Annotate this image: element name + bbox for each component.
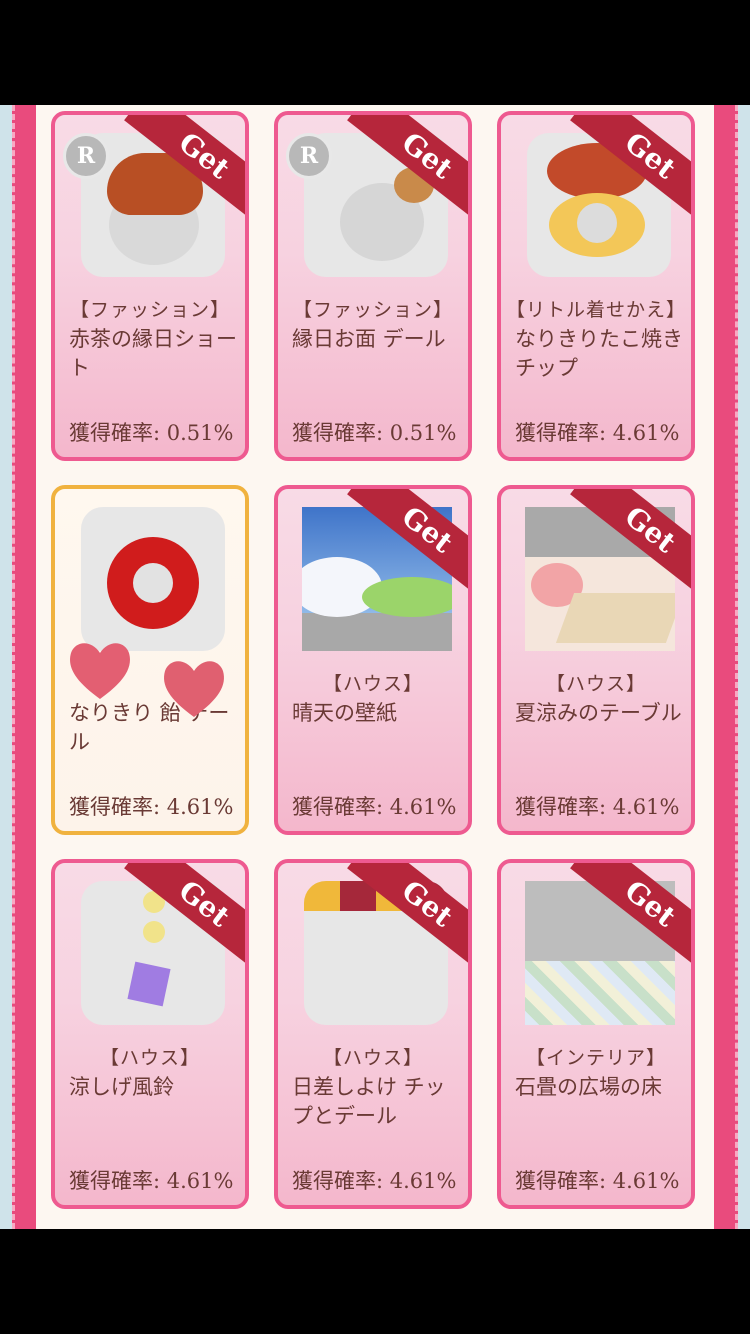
item-category: 【インテリア】 <box>525 1047 666 1069</box>
item-name: 日差しよけ チップとデール <box>292 1075 446 1128</box>
item-rate: 獲得確率: 4.61% <box>292 1169 457 1193</box>
item-rate: 獲得確率: 4.61% <box>515 421 680 445</box>
rarity-badge: R <box>63 133 109 179</box>
item-card-selected[interactable]: なりきり 飴 デール 獲得確率: 4.61% <box>51 485 249 835</box>
item-name: 赤茶の縁日ショート <box>69 327 237 380</box>
item-category: 【ハウス】 <box>99 1047 200 1069</box>
item-grid: R Get 【ファッション】 赤茶の縁日ショート 獲得確率: 0.51% R G… <box>36 105 714 1229</box>
item-name: なりきりたこ焼き チップ <box>515 327 683 380</box>
item-name: 縁日お面 デール <box>292 327 446 351</box>
viewport: R Get 【ファッション】 赤茶の縁日ショート 獲得確率: 0.51% R G… <box>0 105 750 1229</box>
item-rate: 獲得確率: 4.61% <box>69 1169 234 1193</box>
item-rate: 獲得確率: 0.51% <box>69 421 234 445</box>
item-name: 涼しげ風鈴 <box>69 1075 174 1099</box>
item-name: 石畳の広場の床 <box>515 1075 662 1099</box>
item-thumbnail <box>81 507 225 651</box>
item-rate: 獲得確率: 4.61% <box>515 1169 680 1193</box>
item-card[interactable]: Get 【ハウス】 日差しよけ チップとデール 獲得確率: 4.61% <box>274 859 472 1209</box>
item-category: 【ハウス】 <box>545 673 646 695</box>
item-card[interactable]: Get 【ハウス】 涼しげ風鈴 獲得確率: 4.61% <box>51 859 249 1209</box>
item-name: 夏涼みのテーブル <box>515 701 682 725</box>
item-name: 晴天の壁紙 <box>292 701 397 725</box>
item-rate: 獲得確率: 4.61% <box>69 795 234 819</box>
rarity-badge: R <box>286 133 332 179</box>
item-rate: 獲得確率: 4.61% <box>292 795 457 819</box>
item-category: 【ハウス】 <box>322 1047 423 1069</box>
item-card[interactable]: Get 【リトル着せかえ】 なりきりたこ焼き チップ 獲得確率: 4.61% <box>497 111 695 461</box>
item-card[interactable]: Get 【インテリア】 石畳の広場の床 獲得確率: 4.61% <box>497 859 695 1209</box>
item-category: 【ファッション】 <box>292 299 453 321</box>
item-card[interactable]: R Get 【ファッション】 赤茶の縁日ショート 獲得確率: 0.51% <box>51 111 249 461</box>
item-rate: 獲得確率: 0.51% <box>292 421 457 445</box>
item-category: 【ハウス】 <box>322 673 423 695</box>
heart-sticker-icon <box>164 661 224 717</box>
item-category: 【リトル着せかえ】 <box>505 299 686 321</box>
item-rate: 獲得確率: 4.61% <box>515 795 680 819</box>
item-card[interactable]: Get 【ハウス】 夏涼みのテーブル 獲得確率: 4.61% <box>497 485 695 835</box>
heart-sticker-icon <box>70 643 130 699</box>
item-category: 【ファッション】 <box>69 299 230 321</box>
item-card[interactable]: Get 【ハウス】 晴天の壁紙 獲得確率: 4.61% <box>274 485 472 835</box>
item-card[interactable]: R Get 【ファッション】 縁日お面 デール 獲得確率: 0.51% <box>274 111 472 461</box>
